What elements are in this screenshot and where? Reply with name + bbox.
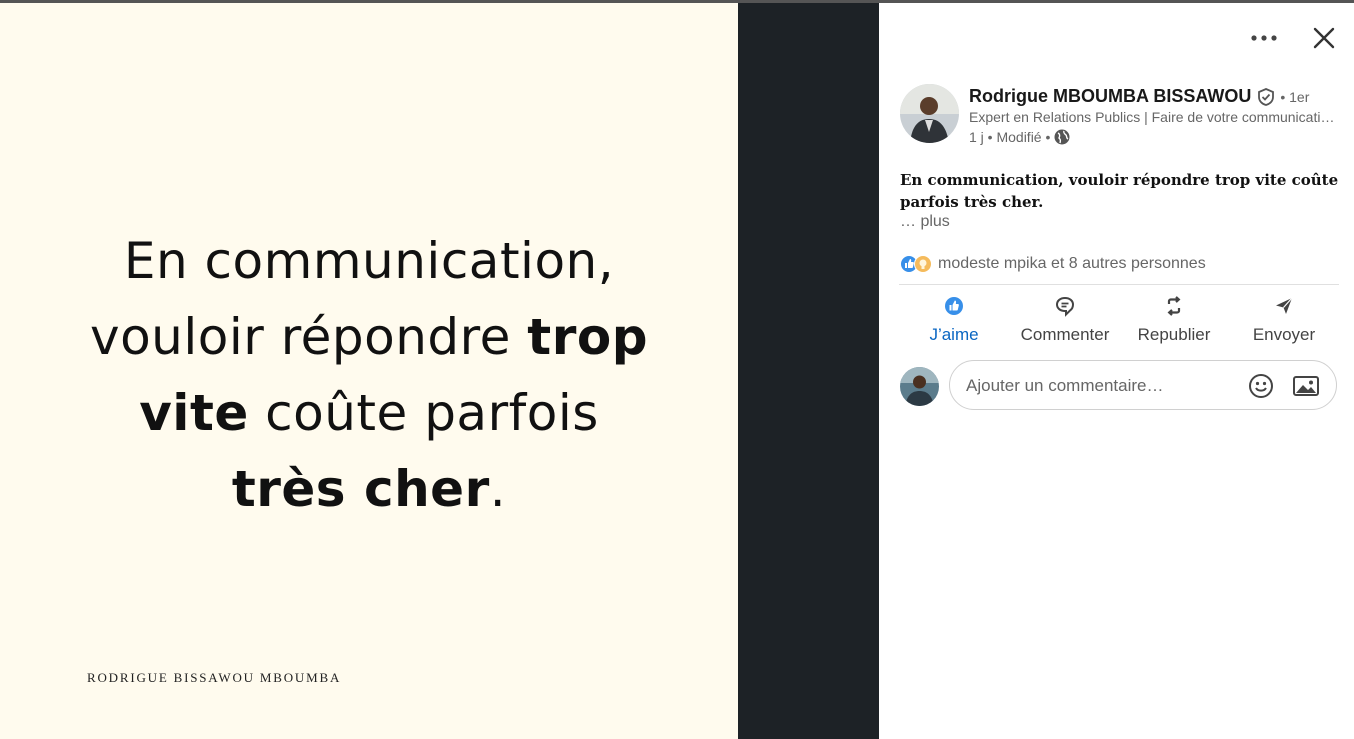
like-button[interactable]: J’aime (899, 295, 1009, 345)
emoji-icon (1249, 374, 1273, 398)
shield-check-icon (1258, 87, 1275, 106)
reaction-icons (900, 255, 932, 273)
emoji-button[interactable] (1248, 373, 1276, 399)
current-user-photo (900, 367, 939, 406)
post-image-quote: En communication, vouloir répondre trop … (40, 223, 698, 527)
repost-icon (1167, 296, 1181, 316)
comment-box (949, 360, 1337, 411)
send-button[interactable]: Envoyer (1229, 295, 1339, 345)
close-button[interactable] (1308, 22, 1340, 54)
author-name-row: Rodrigue MBOUMBA BISSAWOU • 1er (969, 86, 1309, 107)
send-icon (1276, 297, 1293, 314)
post-image[interactable]: En communication, vouloir répondre trop … (0, 3, 738, 739)
quote-line-4: très cher. (231, 460, 507, 518)
author-avatar[interactable] (900, 84, 959, 143)
author-photo (900, 84, 959, 143)
insightful-icon (914, 255, 932, 273)
more-options-button[interactable] (1246, 24, 1282, 52)
repost-label: Republier (1137, 325, 1211, 344)
close-icon (1313, 27, 1335, 49)
like-label: J’aime (929, 325, 979, 344)
author-headline: Expert en Relations Publics | Faire de v… (969, 109, 1339, 125)
post-text: En communication, vouloir répondre trop … (900, 171, 1339, 211)
connection-degree: • 1er (1280, 88, 1310, 105)
like-icon (945, 297, 963, 315)
reactions-text: modeste mpika et 8 autres personnes (938, 255, 1206, 272)
quote-line-2: vouloir répondre trop (90, 308, 648, 366)
repost-button[interactable]: Republier (1119, 295, 1229, 345)
post-image-signature: RODRIGUE BISSAWOU MBOUMBA (87, 670, 342, 685)
divider (899, 284, 1339, 285)
see-more-link[interactable]: … plus (900, 213, 950, 231)
send-label: Envoyer (1252, 325, 1316, 344)
image-icon (1293, 376, 1319, 396)
comment-button[interactable]: Commenter (1010, 295, 1120, 345)
quote-line-1: En communication, (123, 232, 615, 290)
post-meta: 1 j • Modifié • (969, 129, 1070, 145)
comment-icon (1055, 296, 1075, 317)
lightbox-backdrop (738, 3, 879, 739)
globe-icon (1054, 129, 1070, 145)
ellipsis-icon (1251, 35, 1277, 41)
comment-input[interactable] (964, 361, 1238, 411)
quote-line-3: vite coûte parfois (139, 384, 599, 442)
post-time: 1 j • Modifié • (969, 129, 1051, 145)
add-image-button[interactable] (1292, 373, 1322, 399)
author-name[interactable]: Rodrigue MBOUMBA BISSAWOU (969, 86, 1251, 107)
current-user-avatar[interactable] (900, 367, 939, 406)
reactions-summary[interactable]: modeste mpika et 8 autres personnes (900, 255, 1206, 273)
comment-label: Commenter (1020, 325, 1110, 344)
